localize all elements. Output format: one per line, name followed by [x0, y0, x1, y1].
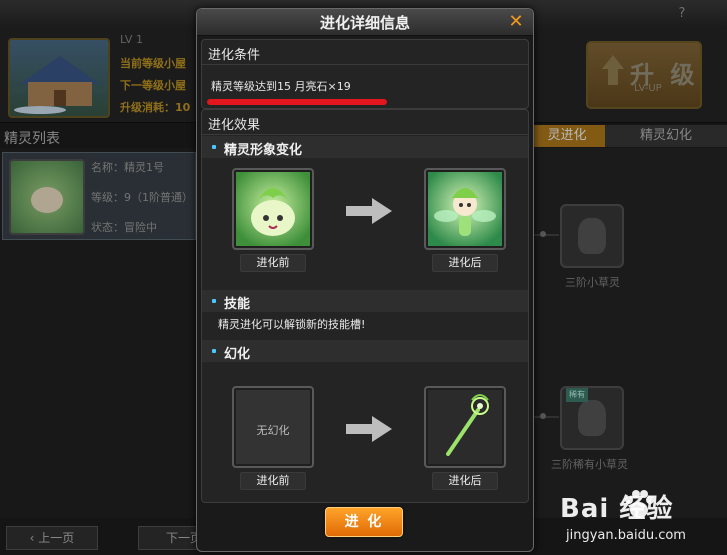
bullet-icon [212, 349, 216, 353]
after-morph-slot [424, 386, 506, 468]
paw-logo-icon [625, 490, 654, 518]
red-underline-mark [207, 99, 387, 105]
baidu-jingyan-watermark: Bai 经验 jingyan.baidu.com [560, 488, 722, 550]
before-morph-slot: 无幻化 [232, 386, 314, 468]
dialog-title: 进化详细信息 [319, 14, 410, 32]
close-icon[interactable]: ✕ [507, 13, 525, 31]
appearance-section-header: 精灵形象变化 [202, 136, 528, 158]
evolve-button[interactable]: 进 化 [325, 507, 403, 537]
watermark-brand: Bai 经验 [560, 494, 674, 524]
morph-after-label: 进化后 [432, 472, 498, 490]
morph-title: 幻化 [224, 347, 251, 362]
dialog-header: 进化详细信息 ✕ [197, 9, 533, 36]
no-morph-text: 无幻化 [256, 424, 290, 437]
right-arrow-icon [346, 416, 392, 442]
effect-title: 进化效果 [208, 118, 261, 133]
fairy-sprite-icon [428, 172, 502, 246]
skill-text: 精灵进化可以解锁新的技能槽! [218, 318, 366, 331]
morph-section-header: 幻化 [202, 340, 528, 362]
staff-icon [428, 390, 502, 464]
condition-title: 进化条件 [208, 48, 261, 63]
after-sprite-slot [424, 168, 506, 250]
effect-panel: 进化效果 精灵形象变化 进化前 进化后 技能 精灵进化可以解锁新的技能槽! 幻化… [201, 109, 529, 503]
condition-text: 精灵等级达到15 月亮石×19 [211, 80, 351, 93]
bullet-icon [212, 145, 216, 149]
skill-title: 技能 [224, 297, 251, 312]
skill-section-header: 技能 [202, 290, 528, 312]
right-arrow-icon [346, 198, 392, 224]
sprout-sprite-icon [236, 172, 310, 246]
before-label: 进化前 [240, 254, 306, 272]
before-sprite-slot [232, 168, 314, 250]
after-label: 进化后 [432, 254, 498, 272]
morph-before-label: 进化前 [240, 472, 306, 490]
evolution-detail-dialog: 进化详细信息 ✕ 进化条件 精灵等级达到15 月亮石×19 进化效果 精灵形象变… [196, 8, 534, 552]
appearance-title: 精灵形象变化 [224, 143, 303, 158]
watermark-url: jingyan.baidu.com [566, 528, 686, 543]
bullet-icon [212, 299, 216, 303]
